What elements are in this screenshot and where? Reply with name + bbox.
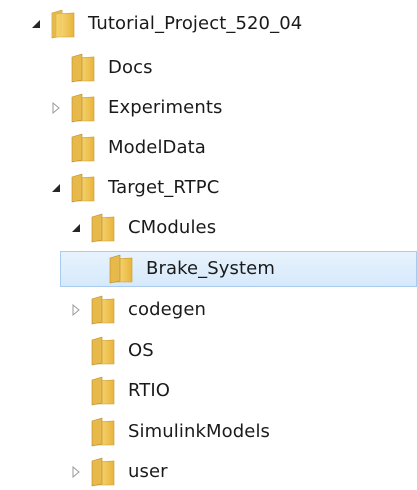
folder-icon [50,9,76,39]
tree-item-user[interactable]: user [0,454,417,490]
tree-item-modeldata[interactable]: ModelData [0,130,417,166]
tree-item-label: OS [128,340,154,361]
folder-icon [90,457,116,487]
folder-icon [70,53,96,83]
folder-icon [90,336,116,366]
collapsed-arrow-icon[interactable] [70,466,82,478]
tree-item-label: Experiments [108,97,223,118]
tree-item-experiments[interactable]: Experiments [0,90,417,126]
tree-item-label: SimulinkModels [128,421,271,442]
expanded-arrow-icon[interactable] [70,222,82,234]
tree-item-label: Tutorial_Project_520_04 [88,13,303,34]
tree-item-label: Brake_System [146,258,275,279]
tree-item-rtio[interactable]: RTIO [0,373,417,409]
tree-item-label: Docs [108,57,153,78]
tree-item-label: codegen [128,299,207,320]
collapsed-arrow-icon[interactable] [70,304,82,316]
tree-item-tutorial-project[interactable]: Tutorial_Project_520_04 [0,6,417,42]
folder-icon [90,376,116,406]
expanded-arrow-icon[interactable] [50,182,62,194]
tree-item-cmodules[interactable]: CModules [0,210,417,246]
expanded-arrow-icon[interactable] [30,18,42,30]
folder-icon [90,213,116,243]
tree-item-target-rtpc[interactable]: Target_RTPC [0,170,417,206]
folder-icon [90,295,116,325]
tree-item-label: user [128,461,168,482]
tree-item-simulinkmodels[interactable]: SimulinkModels [0,414,417,450]
tree-item-label: CModules [128,217,217,238]
tree-item-brake-system[interactable]: Brake_System [0,251,417,287]
tree-item-os[interactable]: OS [0,333,417,369]
folder-icon [70,173,96,203]
tree-item-label: ModelData [108,137,206,158]
tree-item-label: Target_RTPC [108,177,220,198]
folder-icon [70,133,96,163]
folder-icon [70,93,96,123]
tree-item-docs[interactable]: Docs [0,50,417,86]
folder-icon [90,417,116,447]
tree-item-codegen[interactable]: codegen [0,292,417,328]
folder-icon [108,254,134,284]
collapsed-arrow-icon[interactable] [50,102,62,114]
folder-tree: Tutorial_Project_520_04 Docs Experiments [0,0,417,487]
tree-item-label: RTIO [128,380,171,401]
